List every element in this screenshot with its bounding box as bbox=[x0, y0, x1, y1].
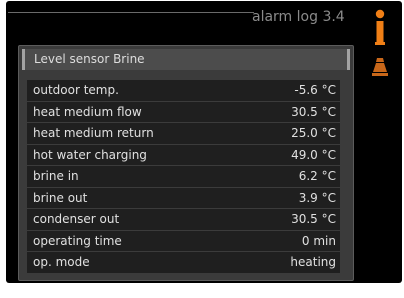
row-value: 3.9 °C bbox=[298, 190, 336, 205]
row-value: -5.6 °C bbox=[294, 83, 336, 97]
row-value: heating bbox=[290, 255, 336, 269]
row-label: heat medium flow bbox=[33, 104, 142, 119]
row-label: outdoor temp. bbox=[33, 83, 119, 97]
list-item: op. mode heating bbox=[27, 252, 340, 273]
warning-icon bbox=[372, 58, 388, 76]
row-value: 49.0 °C bbox=[291, 147, 336, 162]
row-label: operating time bbox=[33, 233, 122, 248]
alarm-title: Level sensor Brine bbox=[34, 52, 145, 66]
list-item: condenser out 30.5 °C bbox=[27, 209, 340, 230]
row-label: condenser out bbox=[33, 212, 120, 226]
row-label: op. mode bbox=[33, 255, 90, 269]
thermometer-icon bbox=[375, 9, 385, 45]
row-label: brine out bbox=[33, 190, 88, 205]
row-value: 6.2 °C bbox=[298, 169, 336, 183]
list-item: heat medium flow 30.5 °C bbox=[27, 101, 340, 122]
row-label: brine in bbox=[33, 169, 79, 183]
list-item: outdoor temp. -5.6 °C bbox=[27, 80, 340, 101]
row-value: 0 min bbox=[301, 233, 336, 248]
header-divider bbox=[8, 12, 254, 13]
list-item: operating time 0 min bbox=[27, 230, 340, 251]
row-label: heat medium return bbox=[33, 126, 154, 140]
list-item: hot water charging 49.0 °C bbox=[27, 144, 340, 165]
list-item: brine in 6.2 °C bbox=[27, 166, 340, 187]
list-item: brine out 3.9 °C bbox=[27, 187, 340, 208]
screen: alarm log 3.4 Level sensor Brine outdoor… bbox=[0, 0, 404, 298]
row-value: 25.0 °C bbox=[291, 126, 336, 140]
row-label: hot water charging bbox=[33, 147, 147, 162]
row-value: 30.5 °C bbox=[291, 212, 336, 226]
list-item: heat medium return 25.0 °C bbox=[27, 123, 340, 144]
alarm-values-list: outdoor temp. -5.6 °C heat medium flow 3… bbox=[27, 80, 340, 274]
row-value: 30.5 °C bbox=[291, 104, 336, 119]
page-title: alarm log 3.4 bbox=[252, 9, 345, 25]
